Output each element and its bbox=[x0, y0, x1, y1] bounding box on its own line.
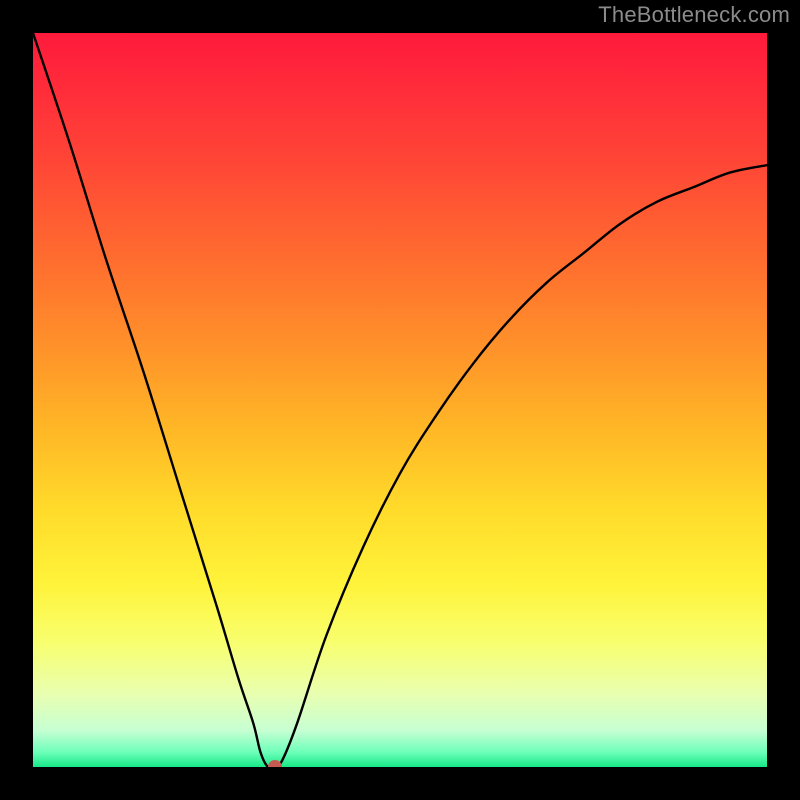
curve-svg bbox=[33, 33, 767, 767]
chart-frame: TheBottleneck.com bbox=[0, 0, 800, 800]
curve-path bbox=[33, 33, 767, 767]
marker-dot bbox=[268, 760, 282, 767]
plot-area bbox=[33, 33, 767, 767]
watermark-text: TheBottleneck.com bbox=[598, 2, 790, 28]
